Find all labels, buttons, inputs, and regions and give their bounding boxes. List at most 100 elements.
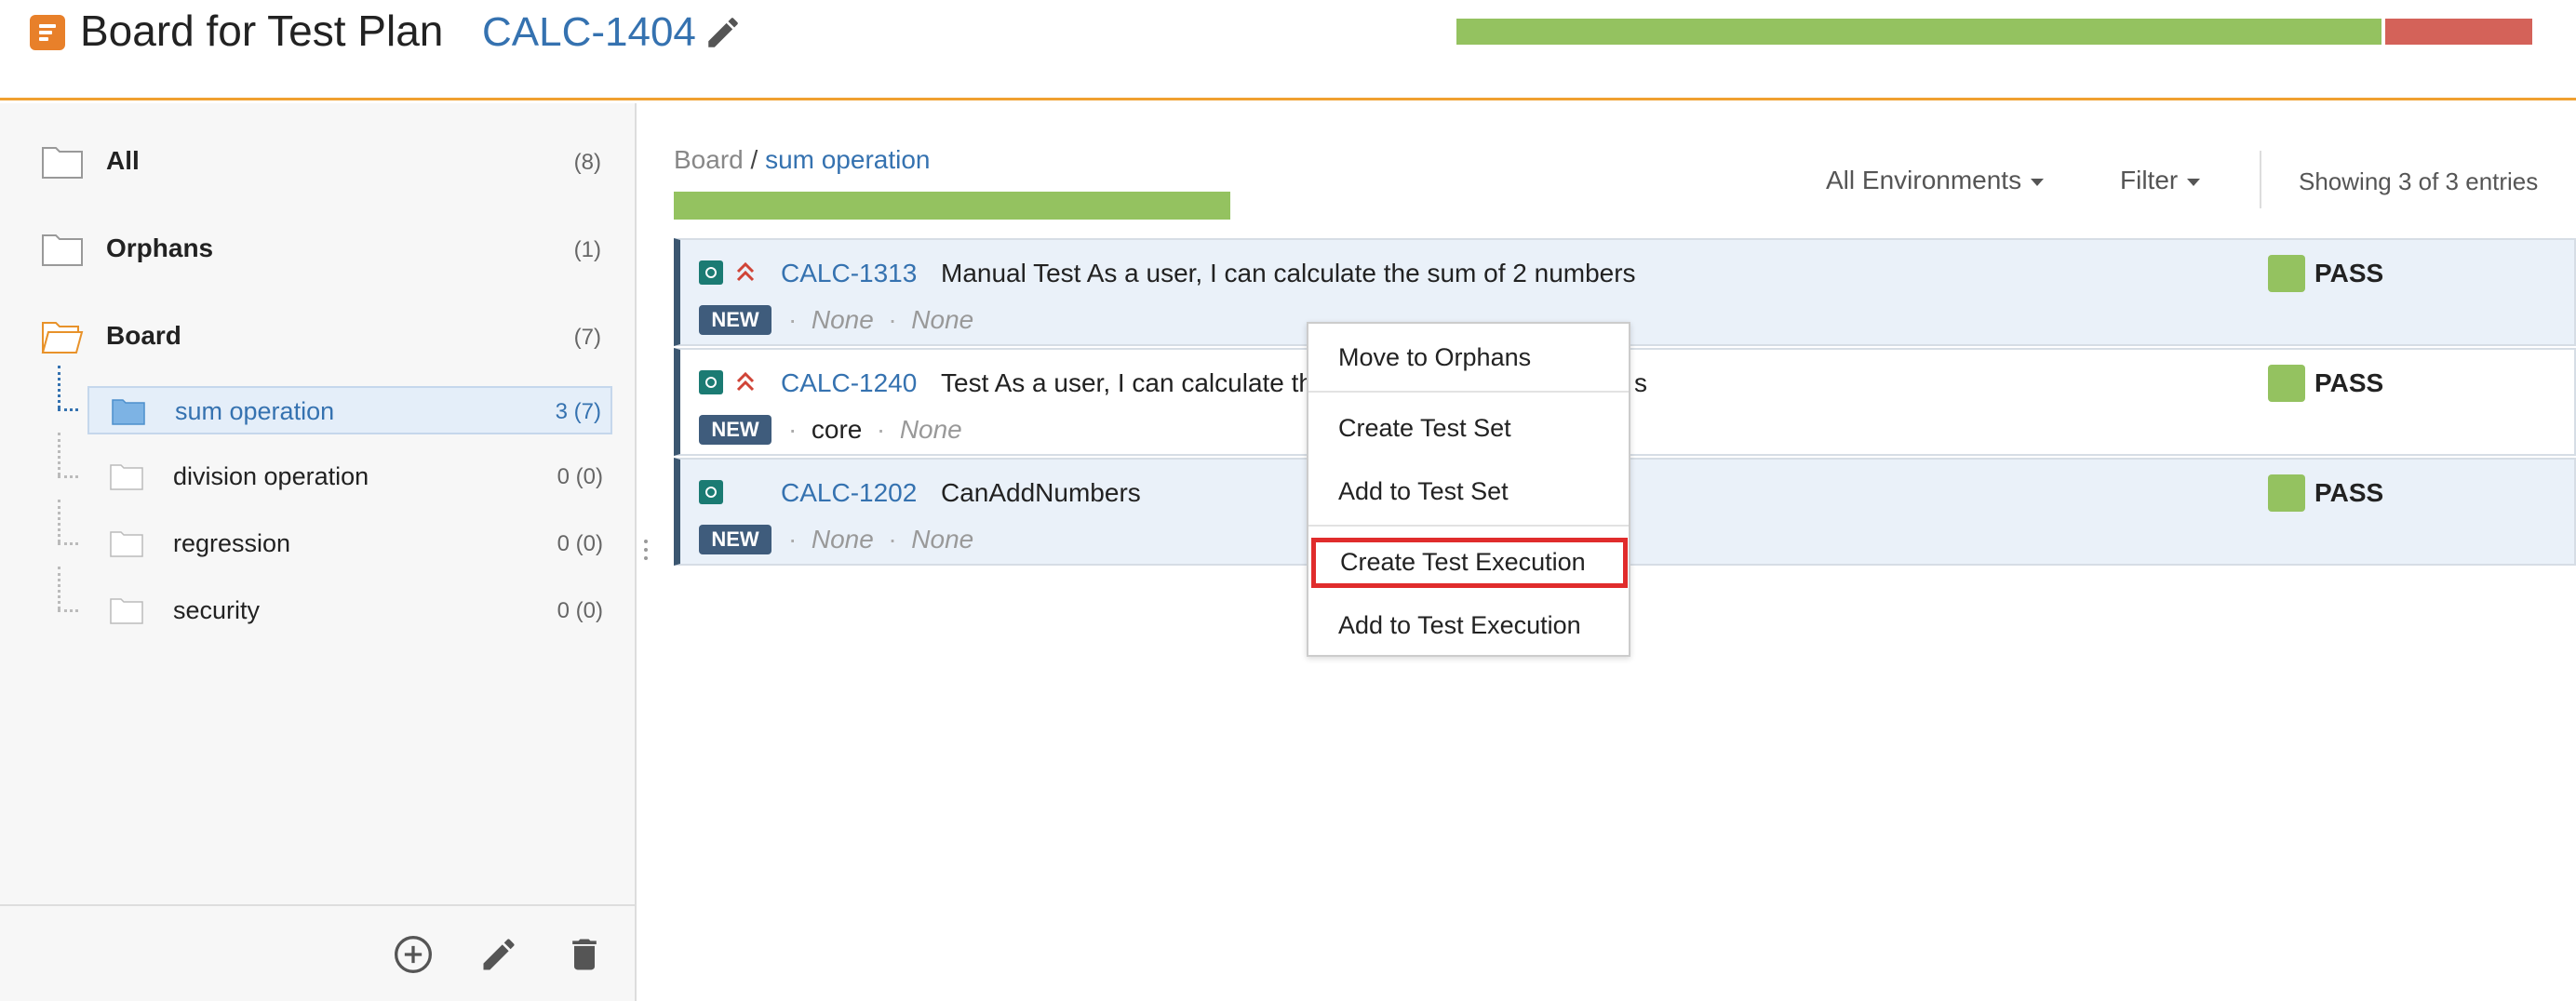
tree-item-label: regression	[173, 529, 291, 557]
manual-test-icon	[699, 370, 723, 394]
plan-progress-bar	[1456, 19, 2536, 45]
test-meta: · None · None	[788, 305, 974, 334]
page-header: Board for Test Plan CALC-1404	[0, 0, 2576, 100]
tree-connector	[58, 433, 60, 475]
tree-connector	[58, 542, 78, 545]
result-text: PASS	[2314, 368, 2384, 397]
menu-item-add-to-test-set[interactable]: Add to Test Set	[1308, 463, 1629, 519]
tree-item-sum-operation[interactable]: sum operation 3 (7)	[87, 386, 612, 434]
folder-icon	[42, 234, 83, 266]
entries-count: Showing 3 of 3 entries	[2299, 167, 2539, 195]
breadcrumb: Board / sum operation	[674, 145, 931, 175]
pencil-icon[interactable]	[704, 13, 743, 52]
tree-connector	[58, 567, 60, 609]
test-result: PASS	[2268, 474, 2383, 512]
environments-dropdown[interactable]: All Environments	[1826, 166, 2045, 195]
test-summary: CanAddNumbers	[941, 478, 1141, 507]
panel-resize-handle[interactable]	[640, 536, 651, 564]
test-meta: · core · None	[788, 415, 962, 444]
progress-fail-segment	[2385, 19, 2532, 45]
tree-item-security[interactable]: security 0 (0)	[87, 587, 612, 635]
menu-item-create-test-set[interactable]: Create Test Set	[1308, 400, 1629, 456]
tree-item-division-operation[interactable]: division operation 0 (0)	[87, 453, 612, 501]
tree-item-label: division operation	[173, 462, 369, 490]
test-summary: Test As a user, I can calculate th	[941, 368, 1313, 397]
plan-key-link[interactable]: CALC-1404	[482, 9, 696, 56]
filter-label: Filter	[2120, 166, 2179, 194]
test-key-link[interactable]: CALC-1240	[781, 368, 917, 398]
tree-item-label: security	[173, 596, 261, 624]
folder-progress-bar	[674, 192, 1230, 220]
tree-item-count: (8)	[573, 150, 601, 175]
tree-item-board[interactable]: Board (7)	[0, 299, 637, 373]
test-plan-icon	[30, 15, 65, 50]
tree-item-count: 0 (0)	[557, 598, 603, 623]
result-swatch	[2268, 365, 2305, 402]
tree-item-count: 0 (0)	[557, 464, 603, 489]
test-component: None	[811, 525, 874, 554]
result-text: PASS	[2314, 478, 2384, 507]
breadcrumb-root-link[interactable]: Board	[674, 145, 744, 174]
tree-item-label: Board	[106, 321, 181, 350]
folder-icon	[110, 531, 143, 557]
context-menu: Move to Orphans Create Test Set Add to T…	[1307, 322, 1630, 657]
tree-item-count: 0 (0)	[557, 531, 603, 556]
test-key-link[interactable]: CALC-1202	[781, 478, 917, 508]
page-title: Board for Test Plan	[80, 7, 444, 55]
tree-item-label: Orphans	[106, 234, 214, 262]
manual-test-icon	[699, 260, 723, 285]
result-swatch	[2268, 474, 2305, 512]
test-summary: Manual Test As a user, I can calculate t…	[941, 259, 1636, 287]
menu-item-add-to-test-execution[interactable]: Add to Test Execution	[1308, 597, 1629, 653]
filter-dropdown[interactable]: Filter	[2120, 166, 2201, 195]
folder-tree-sidebar: All (8) Orphans (1) Board (7) sum operat…	[0, 103, 637, 1001]
tree-connector	[58, 408, 78, 411]
breadcrumb-current-link[interactable]: sum operation	[765, 145, 930, 174]
tree-item-count: 3 (7)	[555, 399, 601, 424]
folder-icon	[42, 147, 83, 179]
folder-icon	[110, 598, 143, 624]
test-label: None	[899, 415, 962, 444]
breadcrumb-separator: /	[750, 145, 758, 174]
menu-separator	[1308, 391, 1629, 393]
tree-item-all[interactable]: All (8)	[0, 124, 637, 198]
toolbar-divider	[2260, 151, 2261, 208]
menu-item-create-test-execution[interactable]: Create Test Execution	[1311, 538, 1628, 588]
tree-item-regression[interactable]: regression 0 (0)	[87, 520, 612, 568]
manual-test-icon	[699, 480, 723, 504]
menu-separator	[1308, 525, 1629, 527]
test-component: None	[811, 305, 874, 334]
tree-connector	[58, 500, 60, 542]
folder-icon	[110, 464, 143, 490]
tree-item-count: (7)	[573, 325, 601, 350]
sidebar-footer	[0, 904, 635, 1001]
test-component: core	[811, 415, 863, 444]
result-text: PASS	[2314, 259, 2384, 287]
folder-open-icon	[41, 322, 84, 354]
tree-connector	[58, 609, 78, 612]
menu-item-move-to-orphans[interactable]: Move to Orphans	[1308, 329, 1629, 385]
priority-high-icon	[736, 371, 755, 392]
tree-connector	[58, 366, 60, 408]
progress-pass-segment	[1456, 19, 2381, 45]
tree-item-orphans[interactable]: Orphans (1)	[0, 211, 637, 286]
pencil-icon[interactable]	[478, 934, 519, 975]
caret-down-icon	[2187, 178, 2201, 186]
environments-label: All Environments	[1826, 166, 2022, 194]
test-key-link[interactable]: CALC-1313	[781, 259, 917, 288]
test-meta: · None · None	[788, 525, 974, 554]
status-badge: NEW	[699, 525, 771, 554]
tree-connector	[58, 475, 78, 478]
test-result: PASS	[2268, 255, 2383, 292]
priority-high-icon	[736, 261, 755, 282]
result-swatch	[2268, 255, 2305, 292]
tree-item-label: sum operation	[175, 397, 335, 425]
add-circle-icon[interactable]	[393, 934, 434, 975]
tree-item-label: All	[106, 146, 140, 175]
tree-item-count: (1)	[573, 237, 601, 262]
status-badge: NEW	[699, 305, 771, 335]
test-summary-tail: s	[1634, 368, 1647, 397]
trash-icon[interactable]	[564, 934, 605, 975]
caret-down-icon	[2031, 178, 2045, 186]
test-label: None	[911, 305, 974, 334]
